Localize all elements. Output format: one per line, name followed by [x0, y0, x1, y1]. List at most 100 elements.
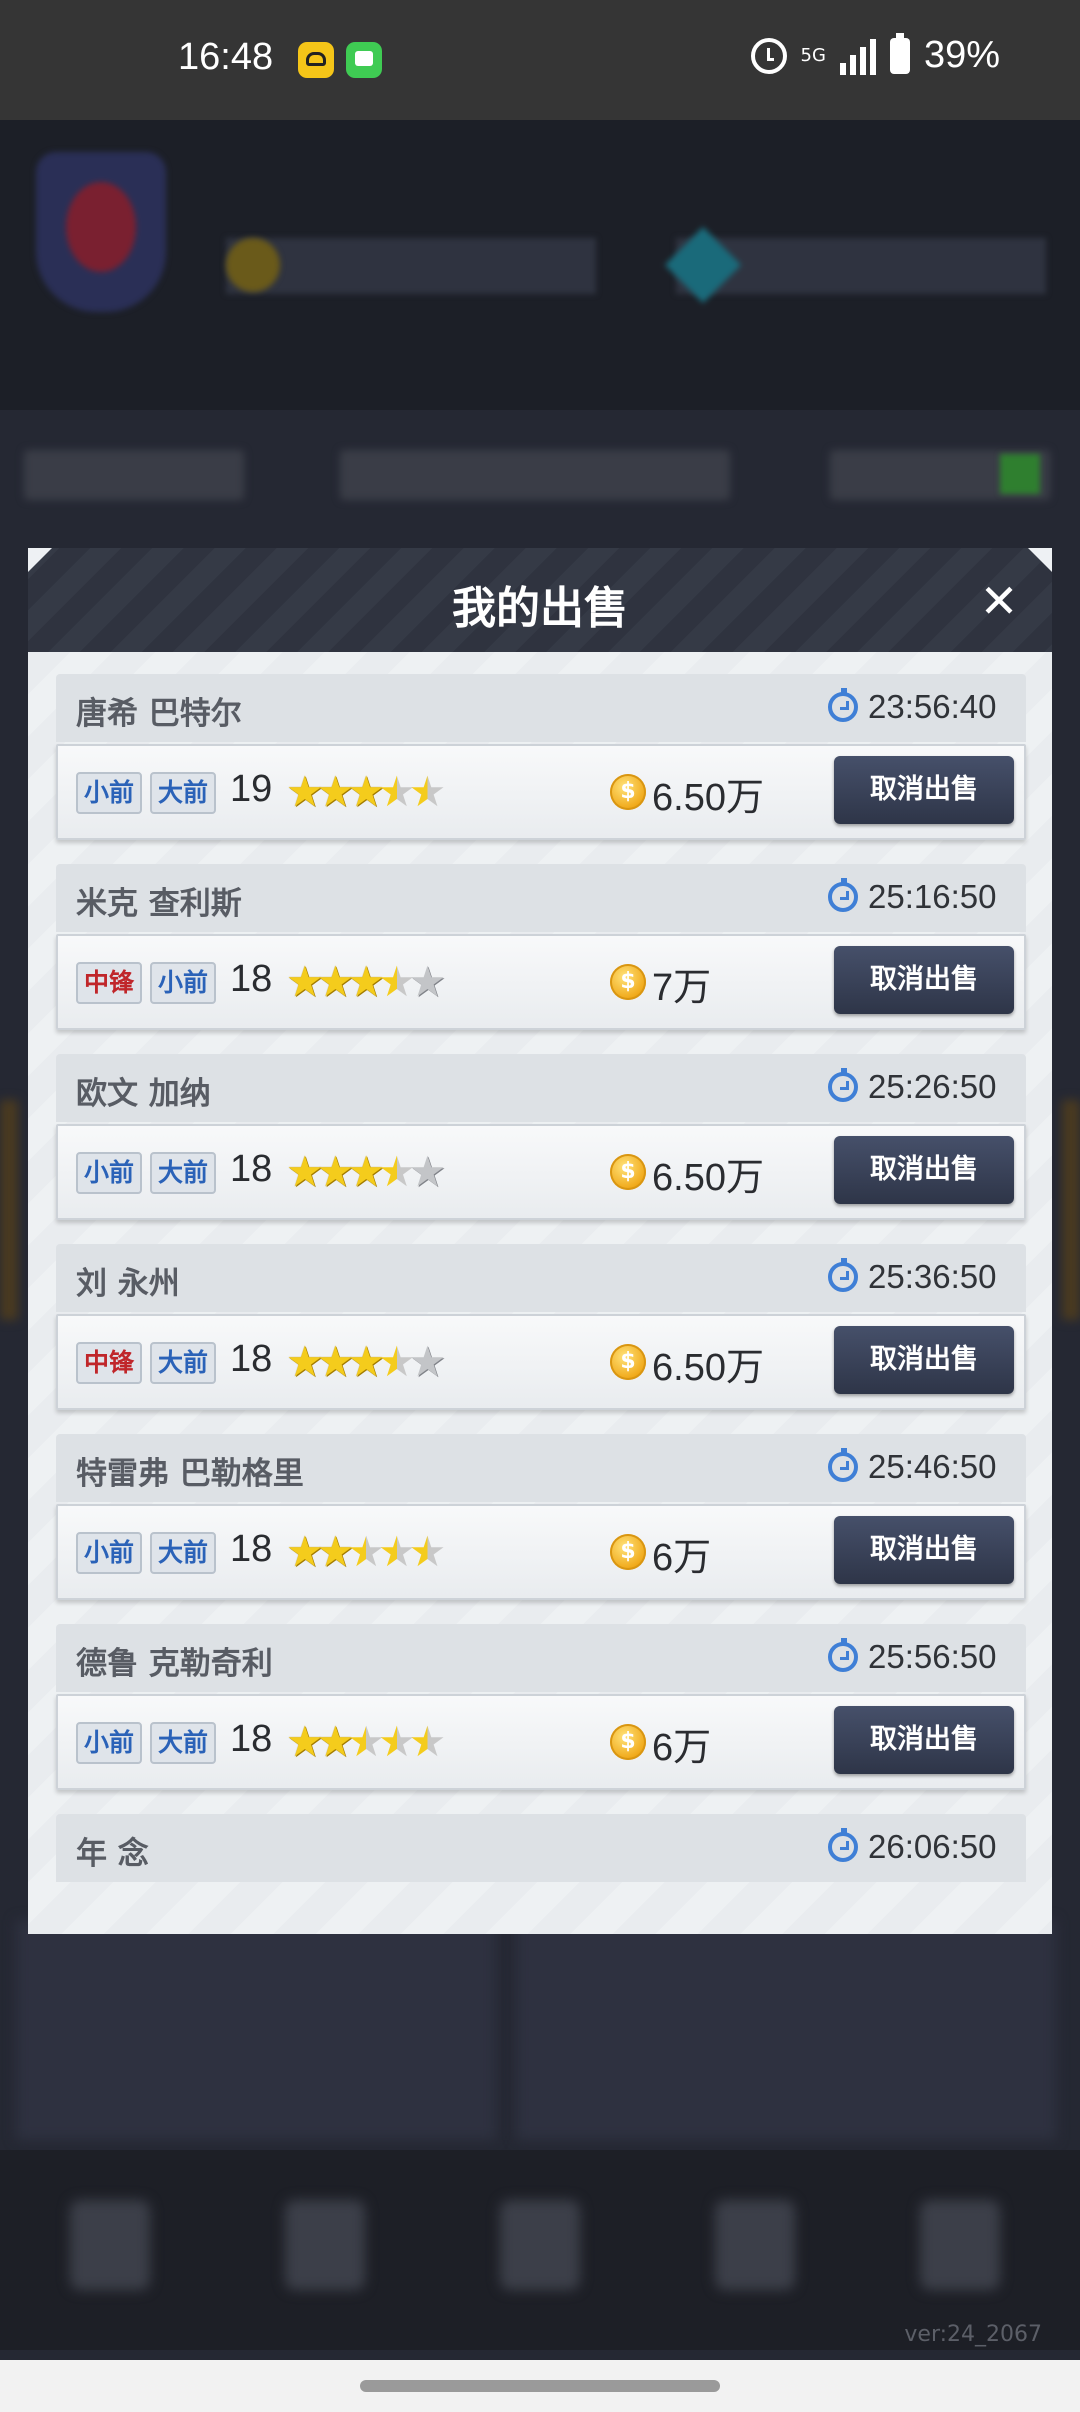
timer-icon: [828, 1638, 858, 1672]
home-indicator[interactable]: [360, 2380, 720, 2392]
signal-icon: [839, 37, 876, 75]
position-badge: 小前: [76, 1722, 143, 1764]
sale-listing: 特雷弗 巴勒格里 25:46:50 小前 大前 18 ★ ★ ★ ★ ★ $6万 取消出售: [56, 1434, 1026, 1606]
player-name: 年 念: [76, 1836, 149, 1872]
team-logo: [36, 152, 166, 312]
position-badge: 小前: [76, 772, 143, 814]
position-badge: 大前: [150, 1152, 217, 1194]
star-icon: ★: [408, 1717, 447, 1766]
player-name: 特雷弗 巴勒格里: [76, 1456, 304, 1492]
position-badge: 中锋: [76, 962, 143, 1004]
sale-listing: 米克 查利斯 25:16:50 中锋 小前 18 ★ ★ ★ ★ ★ $7万 取消出售: [56, 864, 1026, 1036]
cancel-sale-button[interactable]: 取消出售: [834, 1136, 1014, 1204]
player-name: 德鲁 克勒奇利: [76, 1646, 273, 1682]
star-rating: ★ ★ ★ ★ ★: [286, 1150, 446, 1194]
background-card: [516, 1920, 1056, 2140]
listing-header: 特雷弗 巴勒格里 25:46:50: [56, 1434, 1026, 1502]
sale-listing: 欧文 加纳 25:26:50 小前 大前 18 ★ ★ ★ ★ ★ $6.50万 取消出售: [56, 1054, 1026, 1226]
sale-price: 6万: [652, 1727, 712, 1769]
star-icon: ★: [408, 1527, 447, 1576]
timer-icon: [828, 688, 858, 722]
background-header: [0, 120, 1080, 410]
listing-header: 德鲁 克勒奇利 25:56:50: [56, 1624, 1026, 1692]
coin-bar: [226, 238, 596, 294]
sale-listing: 刘 永州 25:36:50 中锋 大前 18 ★ ★ ★ ★ ★ $6.50万 取消出售: [56, 1244, 1026, 1416]
coin-icon: $: [610, 1154, 646, 1190]
sale-listing: 年 念 26:06:50: [56, 1814, 1026, 1934]
star-rating: ★ ★ ★ ★ ★: [286, 1530, 446, 1574]
my-sales-dialog: 我的出售 ✕ 唐希 巴特尔 23:56:40 小前 大前 19 ★ ★ ★ ★ ★ $6.50万 取消…: [28, 548, 1052, 1934]
remaining-time: 25:36:50: [868, 1258, 997, 1295]
nav-icon: [285, 2200, 365, 2290]
coin-icon: $: [610, 1534, 646, 1570]
star-rating: ★ ★ ★ ★ ★: [286, 770, 446, 814]
status-time: 16:48: [178, 36, 274, 78]
network-type: 5G: [800, 44, 826, 66]
nav-icon: [70, 2200, 150, 2290]
background-card: [16, 1920, 496, 2140]
sales-list[interactable]: 唐希 巴特尔 23:56:40 小前 大前 19 ★ ★ ★ ★ ★ $6.50万 取消出售 米克 查利…: [28, 652, 1052, 1934]
player-name: 唐希 巴特尔: [76, 696, 242, 732]
timer-icon: [828, 1828, 858, 1862]
player-name: 欧文 加纳: [76, 1076, 211, 1112]
star-rating: ★ ★ ★ ★ ★: [286, 1340, 446, 1384]
player-level: 19: [230, 768, 273, 810]
background-pill: [24, 450, 244, 500]
nav-icon: [500, 2200, 580, 2290]
timer-icon: [828, 878, 858, 912]
sale-listing: 唐希 巴特尔 23:56:40 小前 大前 19 ★ ★ ★ ★ ★ $6.50万 取消出售: [56, 674, 1026, 846]
background-edge: [0, 1100, 18, 1320]
star-icon: ★: [408, 767, 447, 816]
app-notification-icon: [298, 42, 334, 78]
nav-icon: [920, 2200, 1000, 2290]
star-icon: ★: [408, 1147, 447, 1196]
coin-icon: [226, 238, 280, 292]
battery-percent: 39%: [923, 34, 1000, 76]
close-button[interactable]: ✕: [976, 578, 1022, 624]
remaining-time: 25:46:50: [868, 1448, 997, 1485]
position-badge: 大前: [150, 1532, 217, 1574]
sale-price: 6万: [652, 1537, 712, 1579]
player-name: 刘 永州: [76, 1266, 180, 1302]
coin-icon: $: [610, 1724, 646, 1760]
remaining-time: 26:06:50: [868, 1828, 997, 1865]
listing-details: 中锋 小前 18 ★ ★ ★ ★ ★ $7万 取消出售: [56, 934, 1026, 1030]
coin-icon: $: [610, 964, 646, 1000]
player-level: 18: [230, 958, 273, 1000]
star-rating: ★ ★ ★ ★ ★: [286, 960, 446, 1004]
sale-price: 6.50万: [652, 1157, 764, 1199]
sale-price: 6.50万: [652, 777, 764, 819]
background-pill: [340, 450, 730, 500]
alarm-icon: [750, 37, 787, 74]
player-level: 18: [230, 1718, 273, 1760]
cancel-sale-button[interactable]: 取消出售: [834, 1326, 1014, 1394]
coin-icon: $: [610, 1344, 646, 1380]
cancel-sale-button[interactable]: 取消出售: [834, 1516, 1014, 1584]
dialog-title: 我的出售: [452, 583, 628, 634]
position-badge: 小前: [76, 1532, 143, 1574]
listing-details: 小前 大前 18 ★ ★ ★ ★ ★ $6万 取消出售: [56, 1504, 1026, 1600]
timer-icon: [828, 1068, 858, 1102]
listing-details: 小前 大前 18 ★ ★ ★ ★ ★ $6.50万 取消出售: [56, 1124, 1026, 1220]
remaining-time: 25:16:50: [868, 878, 997, 915]
star-rating: ★ ★ ★ ★ ★: [286, 1720, 446, 1764]
listing-header: 唐希 巴特尔 23:56:40: [56, 674, 1026, 742]
cancel-sale-button[interactable]: 取消出售: [834, 1706, 1014, 1774]
player-level: 18: [230, 1338, 273, 1380]
sale-listing: 德鲁 克勒奇利 25:56:50 小前 大前 18 ★ ★ ★ ★ ★ $6万 取消出售: [56, 1624, 1026, 1796]
remaining-time: 25:26:50: [868, 1068, 997, 1105]
battery-icon: [889, 32, 910, 74]
nav-icon: [715, 2200, 795, 2290]
position-badge: 小前: [150, 962, 217, 1004]
position-badge: 大前: [150, 1722, 217, 1764]
cancel-sale-button[interactable]: 取消出售: [834, 946, 1014, 1014]
listing-details: 小前 大前 19 ★ ★ ★ ★ ★ $6.50万 取消出售: [56, 744, 1026, 840]
listing-header: 米克 查利斯 25:16:50: [56, 864, 1026, 932]
cancel-sale-button[interactable]: 取消出售: [834, 756, 1014, 824]
remaining-time: 23:56:40: [868, 688, 997, 725]
sale-price: 6.50万: [652, 1347, 764, 1389]
coin-icon: $: [610, 774, 646, 810]
player-level: 18: [230, 1148, 273, 1190]
bottom-nav: [0, 2150, 1080, 2350]
player-name: 米克 查利斯: [76, 886, 242, 922]
